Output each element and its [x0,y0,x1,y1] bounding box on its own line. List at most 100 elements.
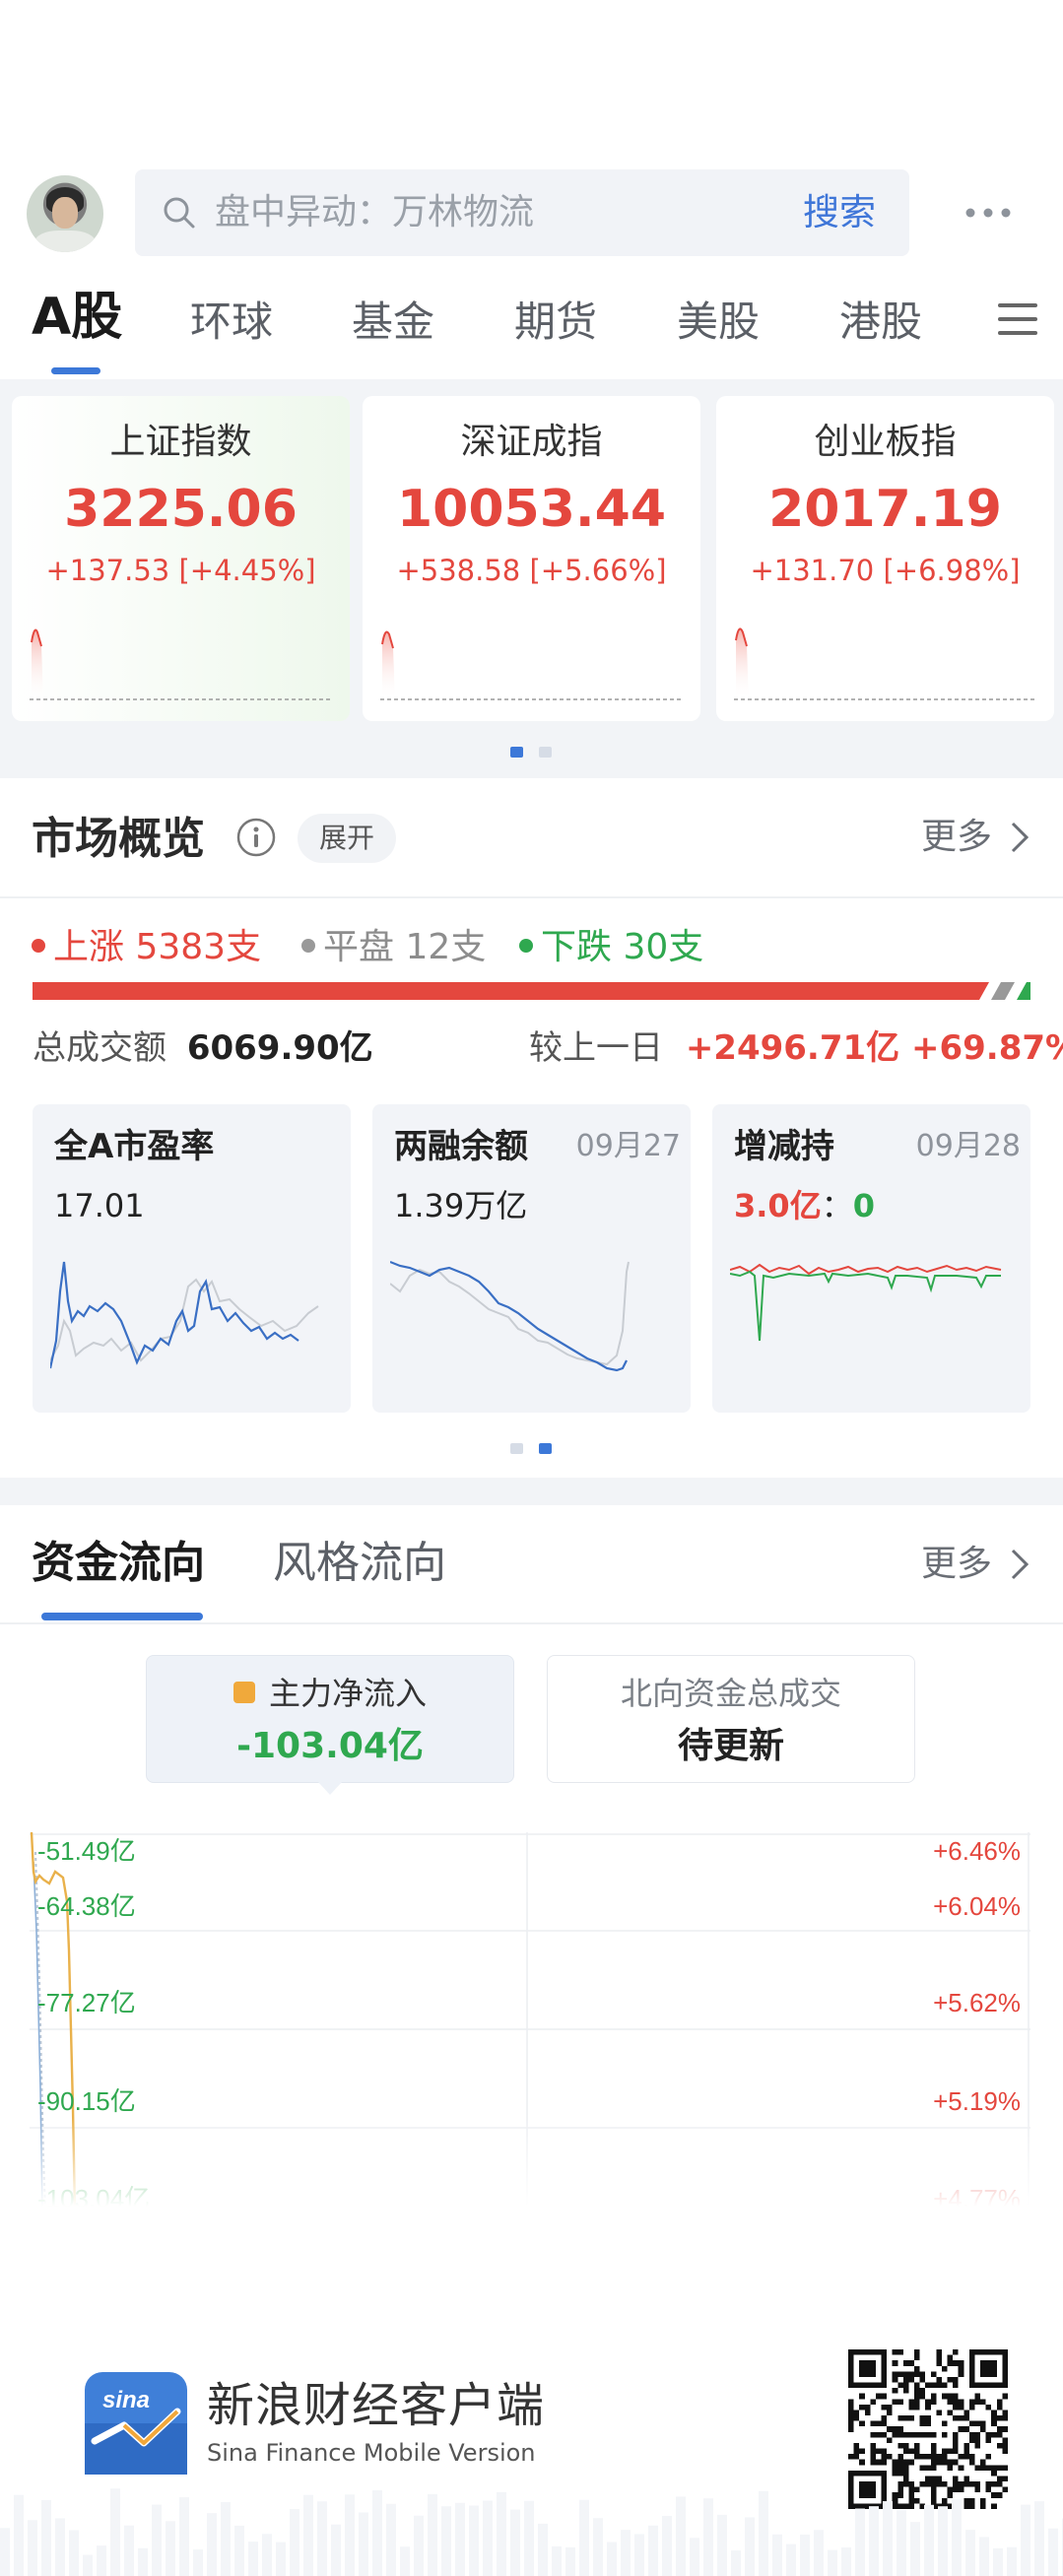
index-sparkline [30,628,333,700]
index-card-shenzhen[interactable]: 深证成指 10053.44 +538.58 [+5.66%] [363,396,700,721]
section-divider [0,896,1063,898]
right-axis-label: +6.46% [933,1836,1021,1866]
advancers-count: 5383支 [135,927,262,967]
advancers-label: 上涨 [53,927,125,967]
main-inflow-label-text: 主力净流入 [268,1675,427,1712]
breadth-up-segment [33,982,989,1000]
index-change: +137.53 [+4.45%] [45,554,316,587]
tab-funds[interactable]: 基金 [352,291,434,354]
decorative-bars [0,2488,1063,2576]
section-separator [0,1478,1063,1505]
compare-label: 较上一日 [529,1028,663,1068]
fund-flow-more-link[interactable]: 更多 [921,1539,992,1590]
avatar-shirt [34,231,96,252]
inflow-legend-icon [233,1682,255,1703]
northbound-box[interactable]: 北向资金总成交 待更新 [547,1655,915,1783]
info-icon[interactable] [235,817,277,858]
tab-fund-flow[interactable]: 资金流向 [32,1533,205,1594]
left-axis-label: -51.49亿 [37,1836,136,1866]
index-change: +538.58 [+5.66%] [396,554,667,587]
market-breadth-bar [33,982,1030,1000]
market-overview-more-link[interactable]: 更多 [921,812,992,863]
index-name: 上证指数 [109,422,252,462]
index-value: 10053.44 [396,480,667,539]
left-axis-label: -64.38亿 [37,1891,136,1921]
index-name: 深证成指 [460,422,603,462]
margin-balance-sparkline [390,1260,630,1372]
northbound-label: 北向资金总成交 [620,1675,841,1712]
main-inflow-label: 主力净流入 [147,1670,513,1717]
card-value: 17.01 [54,1187,145,1224]
tab-us-stocks[interactable]: 美股 [677,291,760,354]
logo-text: sina [102,2387,150,2413]
main-inflow-value: -103.04亿 [236,1726,424,1766]
card-value: 1.39万亿 [394,1187,528,1224]
user-avatar[interactable] [27,175,103,252]
section-divider [0,1622,1063,1624]
index-sparkline [380,630,684,700]
card-date: 09月27 [575,1129,681,1163]
chart-fade-overlay [0,2118,1063,2216]
avatar-face [52,197,78,229]
tab-active-indicator [51,367,100,374]
increase-value: 3.0亿 [734,1187,822,1224]
left-axis-label: -90.15亿 [37,2086,136,2116]
app-subtitle: Sina Finance Mobile Version [207,2439,536,2467]
card-title: 全A市盈率 [54,1127,215,1166]
carousel-dot-active[interactable] [539,1443,552,1454]
right-axis-label: +5.19% [933,2086,1021,2116]
index-card-chinext[interactable]: 创业板指 2017.19 +131.70 [+6.98%] [716,396,1054,721]
selection-caret-icon [318,1782,342,1795]
index-value: 2017.19 [768,480,1002,539]
index-sparkline [734,627,1037,700]
market-overview-title: 市场概览 [32,814,205,864]
tab-a-shares[interactable]: A股 [32,286,122,349]
sina-finance-logo[interactable]: sina [85,2372,187,2475]
down-dot-icon [519,939,533,953]
index-value: 3225.06 [64,480,298,539]
breadth-flat-segment [991,982,1015,1000]
margin-balance-card[interactable]: 两融余额 09月27 1.39万亿 [372,1104,691,1413]
carousel-dot[interactable] [510,1443,523,1454]
chevron-right-icon[interactable] [1009,820,1030,855]
card-title: 增减持 [734,1127,834,1166]
tab-futures[interactable]: 期货 [514,291,597,354]
left-axis-label: -77.27亿 [37,1988,136,2017]
app-name: 新浪财经客户端 [207,2378,546,2433]
expand-button[interactable]: 展开 [298,814,396,863]
pe-ratio-sparkline [50,1261,319,1369]
menu-icon[interactable] [998,301,1037,337]
card-date: 09月28 [915,1129,1021,1163]
tab-hk-stocks[interactable]: 港股 [839,291,922,354]
insider-trading-sparkline [730,1263,1002,1342]
flat-dot-icon [301,939,315,953]
carousel-dot[interactable] [539,747,552,758]
tab-active-indicator [41,1613,203,1620]
unchanged-stat: 平盘 12支 [301,923,486,972]
right-axis-label: +5.62% [933,1988,1021,2017]
search-placeholder[interactable]: 盘中异动：万林物流 [215,187,534,238]
insider-trading-card[interactable]: 增减持 09月28 3.0亿：0 [712,1104,1030,1413]
index-name: 创业板指 [814,422,957,462]
turnover-value: 6069.90亿 [186,1028,373,1068]
turnover-label: 总成交额 [33,1028,166,1068]
index-change: +131.70 [+6.98%] [750,554,1021,587]
value-separator: ： [821,1187,853,1224]
tab-style-flow[interactable]: 风格流向 [273,1533,446,1594]
decrease-value: 0 [852,1187,875,1224]
advancers-stat: 上涨 5383支 [32,923,261,972]
decliners-label: 下跌 [541,927,613,967]
search-button[interactable]: 搜索 [803,187,876,238]
more-options-icon[interactable] [961,195,1016,231]
pe-ratio-card[interactable]: 全A市盈率 17.01 [33,1104,351,1413]
unchanged-label: 平盘 [323,927,395,967]
turnover-compare: 较上一日 +2496.71亿 +69.87% [529,1023,1063,1074]
compare-value: +2496.71亿 +69.87% [685,1028,1063,1068]
chevron-right-icon[interactable] [1009,1547,1030,1582]
turnover-stat: 总成交额 6069.90亿 [33,1023,373,1074]
tab-global[interactable]: 环球 [190,291,273,354]
index-card-shanghai[interactable]: 上证指数 3225.06 +137.53 [+4.45%] [12,396,350,721]
carousel-dot-active[interactable] [510,747,523,758]
unchanged-count: 12支 [405,927,487,967]
main-inflow-box[interactable]: 主力净流入 -103.04亿 [146,1655,514,1783]
